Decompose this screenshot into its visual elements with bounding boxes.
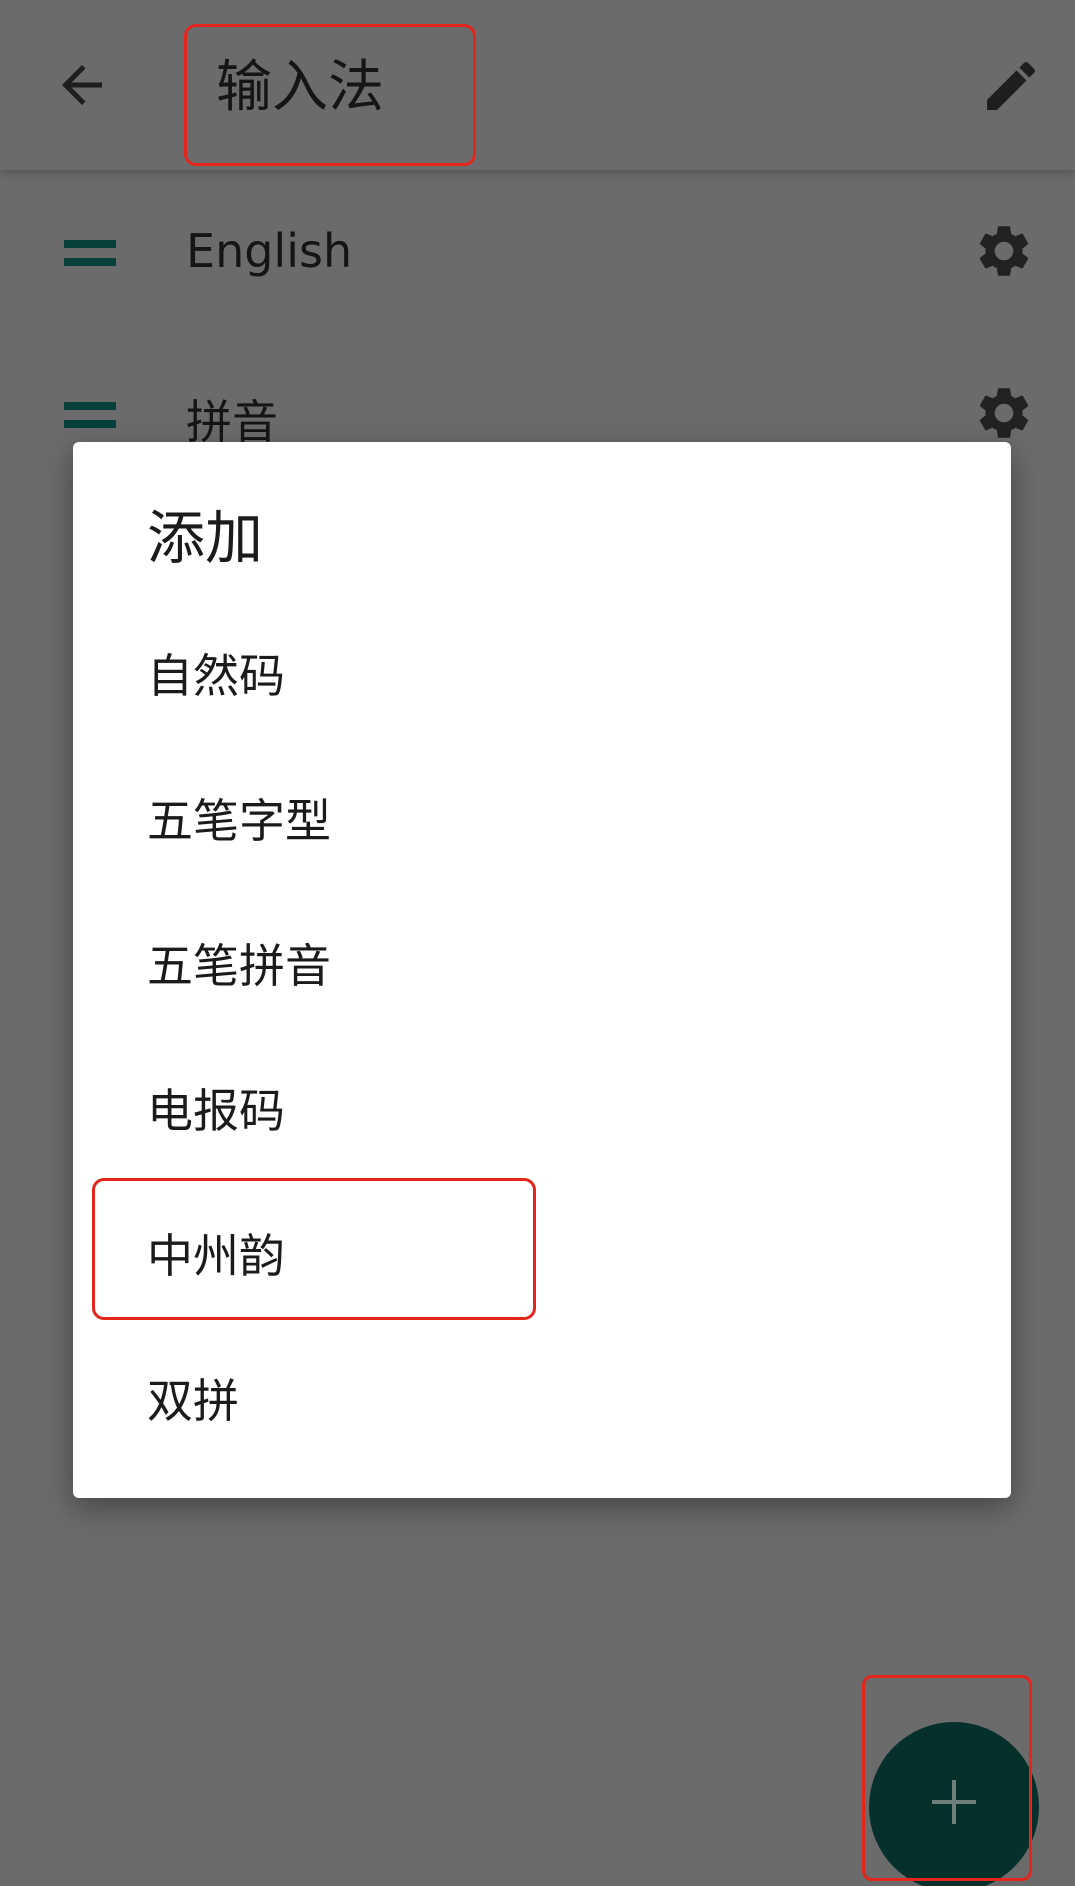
method-row-english[interactable]: English (0, 184, 1075, 324)
pencil-icon[interactable] (979, 54, 1043, 118)
dialog-title: 添加 (147, 504, 264, 572)
method-label: English (186, 224, 353, 278)
dialog-item-wubi-pinyin[interactable]: 五笔拼音 (73, 892, 1011, 1037)
fab-highlight-box (862, 1675, 1032, 1881)
app-bar: 输入法 (0, 0, 1075, 170)
dialog-item-shuangpin[interactable]: 双拼 (73, 1327, 1011, 1472)
gear-icon[interactable] (973, 220, 1035, 282)
dialog-item-label: 五笔字型 (147, 794, 331, 848)
dialog-item-label: 电报码 (147, 1084, 285, 1138)
dialog-item-dianbaoma[interactable]: 电报码 (73, 1037, 1011, 1182)
dialog-item-label: 自然码 (147, 649, 285, 703)
title-highlight-box (184, 24, 476, 166)
drag-handle-icon[interactable] (64, 402, 116, 432)
zhongzhouyun-highlight-box (92, 1178, 536, 1320)
add-method-dialog: 添加 自然码 五笔字型 五笔拼音 电报码 中州韵 双拼 (73, 442, 1011, 1498)
dialog-item-label: 五笔拼音 (147, 939, 331, 993)
gear-icon[interactable] (973, 382, 1035, 444)
back-arrow-icon[interactable] (52, 55, 112, 115)
drag-handle-icon[interactable] (64, 240, 116, 270)
screen: 输入法 English 拼音 添加 自然码 五笔字型 五笔拼音 电报码 中州韵 … (0, 0, 1075, 1886)
dialog-item-ziranma[interactable]: 自然码 (73, 602, 1011, 747)
dialog-item-label: 双拼 (147, 1374, 239, 1428)
dialog-item-wubi-zixing[interactable]: 五笔字型 (73, 747, 1011, 892)
